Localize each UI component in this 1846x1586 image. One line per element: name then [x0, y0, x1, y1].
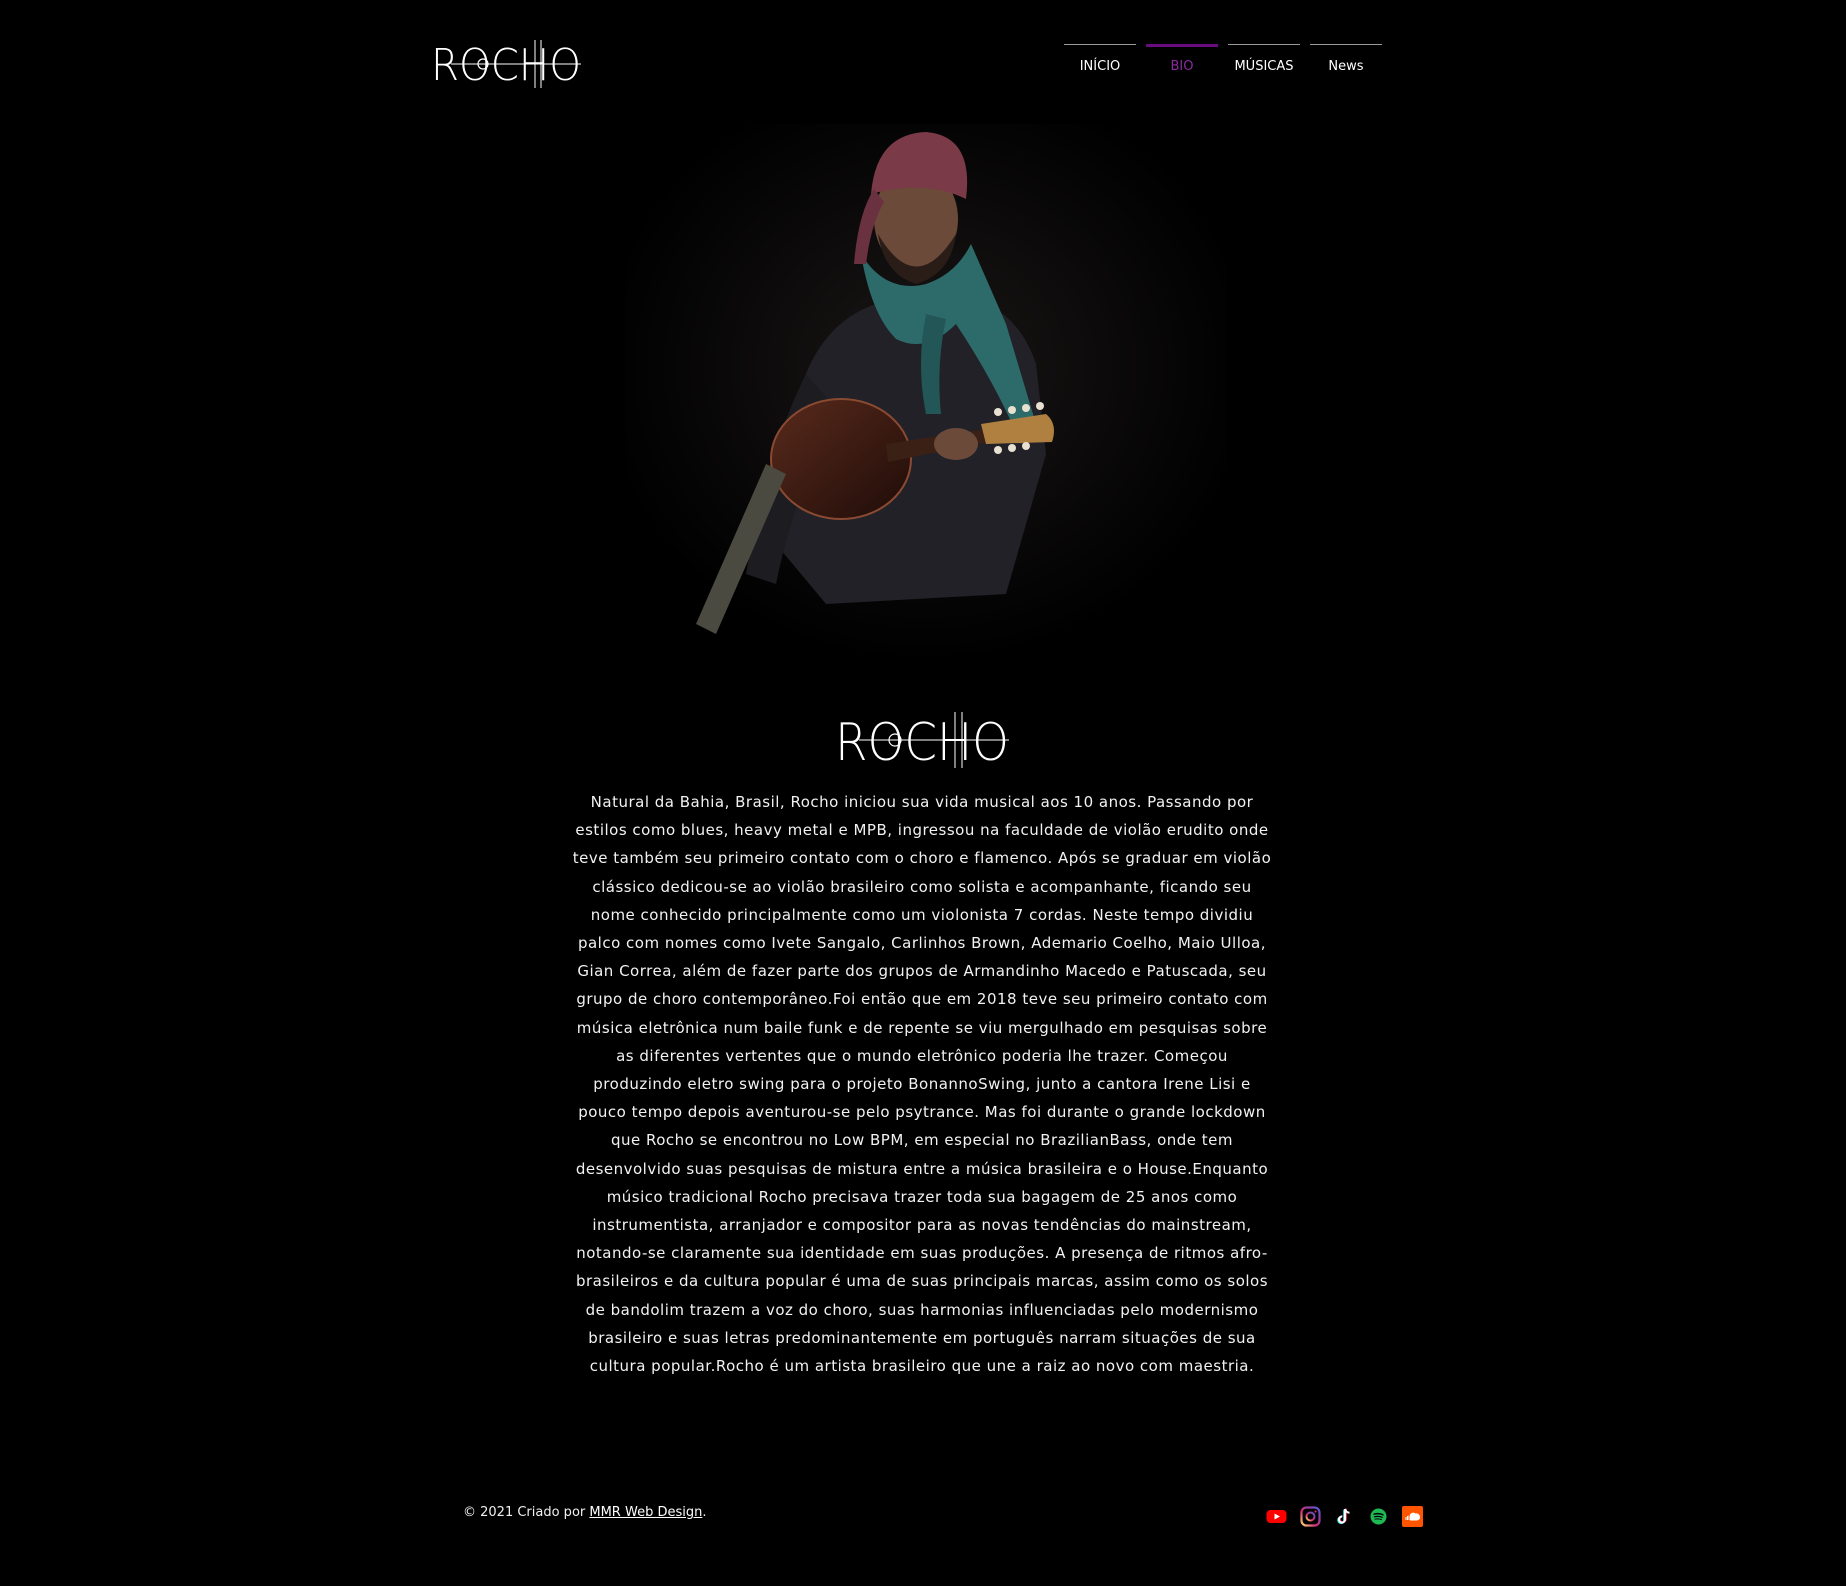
nav-item-news[interactable]: News	[1310, 44, 1382, 84]
logo-text: ROCHO	[431, 40, 581, 90]
bio-paragraph: Natural da Bahia, Brasil, Rocho iniciou …	[572, 793, 1272, 1376]
nav-item-inicio[interactable]: INÍCIO	[1064, 44, 1136, 84]
nav-item-musicas[interactable]: MÚSICAS	[1228, 44, 1300, 84]
spotify-icon[interactable]	[1368, 1506, 1389, 1527]
instagram-icon[interactable]	[1300, 1506, 1321, 1527]
youtube-icon[interactable]	[1266, 1506, 1287, 1527]
soundcloud-icon[interactable]	[1402, 1506, 1423, 1527]
site-logo[interactable]: ROCHO	[431, 38, 583, 90]
bio-logo-text: ROCHO	[835, 713, 1009, 770]
bio-logo: ROCHO	[835, 712, 1009, 770]
page: ROCHO INÍCIO BIO MÚSICAS News ROCHO Natu…	[0, 0, 1846, 1586]
copyright-prefix: © 2021 Criado por	[463, 1505, 590, 1520]
mmr-web-design-link[interactable]: MMR Web Design	[589, 1505, 702, 1520]
footer-copyright: © 2021 Criado por MMR Web Design.	[463, 1505, 706, 1520]
copyright-suffix: .	[702, 1505, 707, 1520]
social-bar	[1266, 1506, 1423, 1527]
main-nav: INÍCIO BIO MÚSICAS News	[1064, 44, 1382, 84]
tiktok-icon[interactable]	[1334, 1506, 1355, 1527]
nav-item-bio[interactable]: BIO	[1146, 44, 1218, 84]
artist-photo	[626, 124, 1226, 664]
